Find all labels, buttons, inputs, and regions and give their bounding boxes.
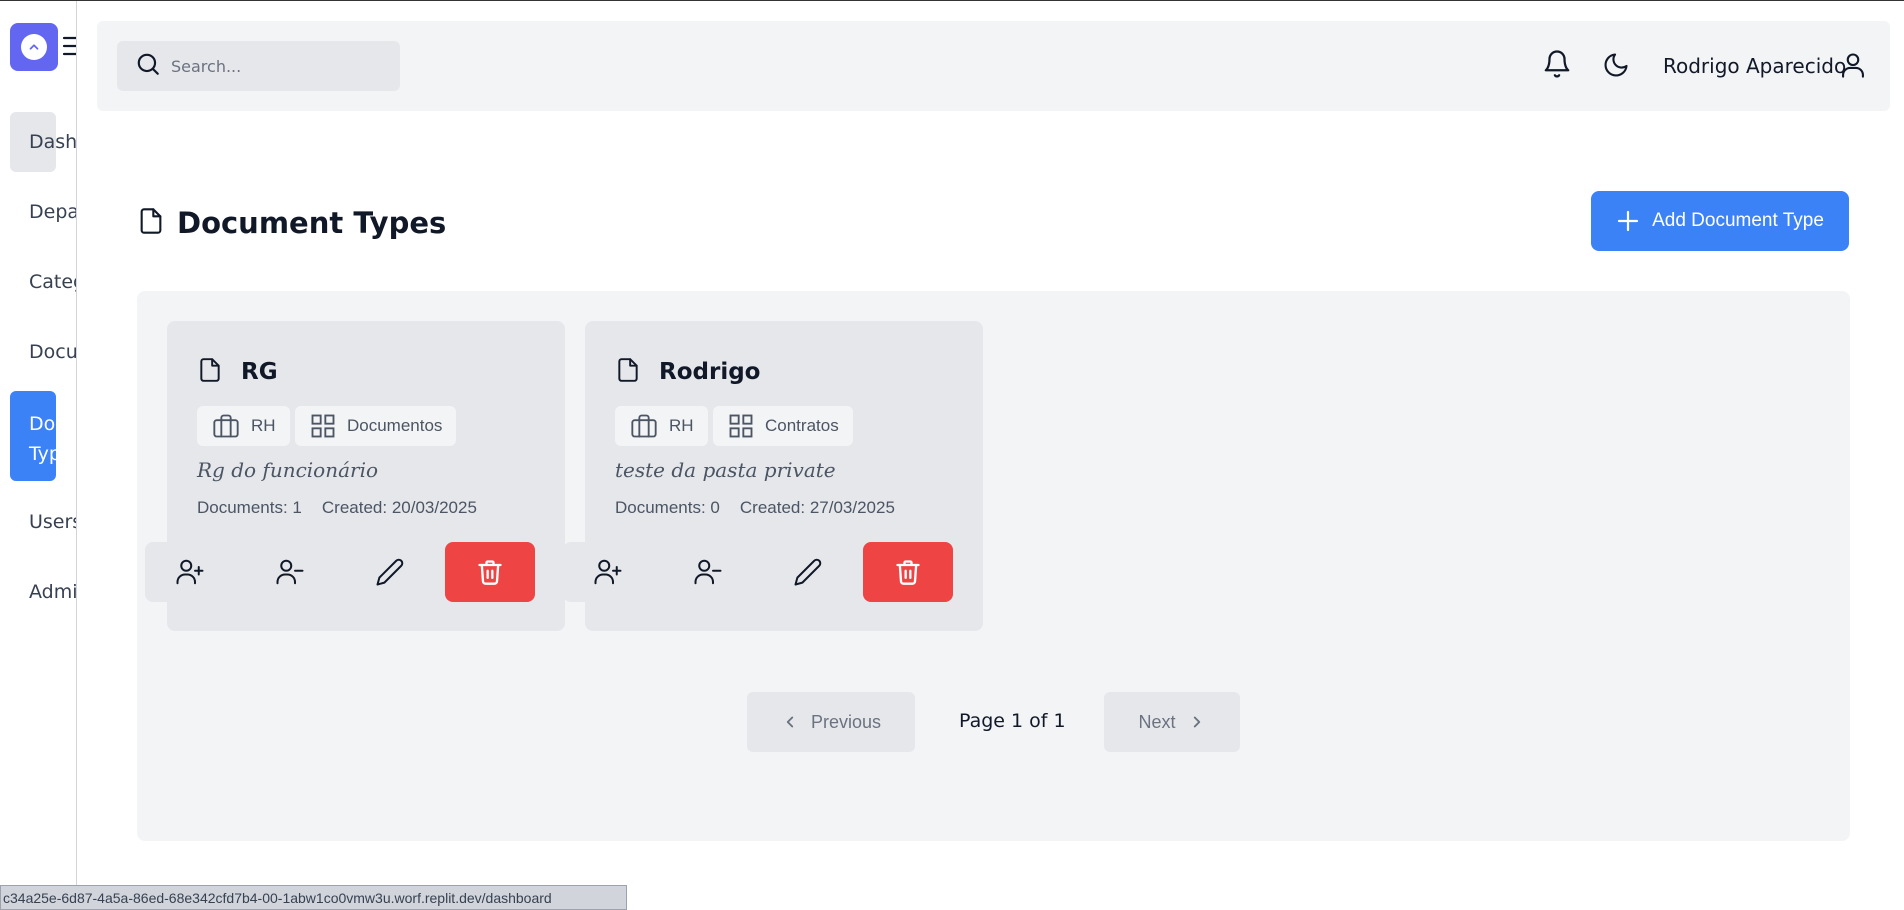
- pencil-icon: [794, 558, 822, 586]
- sidebar-item-label: Administrators: [29, 581, 77, 603]
- category-label: Documentos: [347, 416, 443, 435]
- category-label: Contratos: [765, 416, 839, 435]
- category-chip: Contratos: [713, 406, 853, 446]
- file-icon: [137, 205, 165, 241]
- briefcase-icon: [213, 414, 239, 438]
- sidebar-item-documents[interactable]: Documents: [10, 322, 77, 382]
- sidebar-item-label: Categories: [29, 271, 76, 293]
- department-chip: RH: [615, 406, 708, 446]
- sidebar-item-label: Documents: [29, 341, 77, 363]
- user-minus-icon: [276, 559, 304, 585]
- hamburger-icon[interactable]: [62, 35, 76, 61]
- sidebar-item-users[interactable]: Users: [10, 492, 77, 552]
- briefcase-icon: [631, 414, 657, 438]
- document-type-card: RG RH Documentos Rg do funcionário Docum…: [145, 321, 565, 631]
- created-date: Created: 20/03/2025: [321, 498, 477, 517]
- add-user-button[interactable]: [145, 542, 235, 602]
- delete-button[interactable]: [445, 542, 535, 602]
- trash-icon: [478, 560, 502, 585]
- card-meta: Documents: 0 Created: 27/03/2025: [615, 498, 895, 518]
- grid-icon: [311, 414, 335, 438]
- chevron-left-icon: [786, 716, 794, 728]
- sidebar-item-label: Users: [29, 511, 77, 533]
- search-box[interactable]: [117, 41, 400, 91]
- add-button-label: Add Document Type: [1652, 210, 1824, 231]
- created-date: Created: 27/03/2025: [739, 498, 895, 517]
- remove-user-button[interactable]: [245, 542, 335, 602]
- chevron-right-icon: [1193, 716, 1200, 728]
- trash-icon: [896, 560, 920, 585]
- sidebar-item-document-types[interactable]: Document Types: [10, 391, 56, 481]
- card-title: Rodrigo: [659, 359, 761, 385]
- card-meta: Documents: 1 Created: 20/03/2025: [197, 498, 477, 518]
- next-label: Next: [1138, 711, 1176, 732]
- user-plus-icon: [594, 559, 622, 585]
- chevron-up-circle-icon: [21, 34, 47, 60]
- card-description: teste da pasta private: [615, 458, 836, 482]
- sidebar-item-label: Dashboard: [29, 131, 77, 153]
- card-title: RG: [241, 359, 278, 385]
- remove-user-button[interactable]: [663, 542, 753, 602]
- department-label: RH: [669, 416, 694, 435]
- pencil-icon: [376, 558, 404, 586]
- previous-page-button[interactable]: Previous: [747, 692, 915, 752]
- file-icon: [197, 355, 223, 389]
- sidebar: Dashboard Departments Categories Documen…: [0, 1, 77, 910]
- sidebar-item-label: Document Types: [29, 413, 56, 465]
- card-header: RG: [197, 355, 278, 389]
- document-types-panel: RG RH Documentos Rg do funcionário Docum…: [137, 291, 1850, 841]
- sidebar-item-dashboard[interactable]: Dashboard: [10, 112, 77, 172]
- user-minus-icon: [694, 559, 722, 585]
- sidebar-item-categories[interactable]: Categories: [10, 252, 76, 312]
- edit-button[interactable]: [763, 542, 853, 602]
- user-name[interactable]: Rodrigo Aparecido: [1663, 54, 1846, 78]
- documents-count: Documents: 0: [615, 498, 720, 517]
- card-header: Rodrigo: [615, 355, 760, 389]
- sidebar-item-departments[interactable]: Departments: [10, 182, 76, 242]
- documents-count: Documents: 1: [197, 498, 302, 517]
- file-icon: [615, 355, 641, 389]
- grid-icon: [729, 414, 753, 438]
- moon-icon[interactable]: [1602, 51, 1630, 83]
- bell-icon[interactable]: [1542, 48, 1572, 84]
- card-actions: [145, 542, 555, 602]
- user-icon[interactable]: [1839, 50, 1867, 84]
- user-plus-icon: [176, 559, 204, 585]
- app-logo[interactable]: [10, 23, 58, 71]
- add-user-button[interactable]: [563, 542, 653, 602]
- delete-button[interactable]: [863, 542, 953, 602]
- next-page-button[interactable]: Next: [1104, 692, 1240, 752]
- document-type-card: Rodrigo RH Contratos teste da pasta priv…: [563, 321, 983, 631]
- sidebar-item-administrators[interactable]: Administrators: [10, 562, 77, 622]
- search-input[interactable]: [171, 56, 391, 76]
- card-description: Rg do funcionário: [197, 458, 379, 482]
- department-chip: RH: [197, 406, 290, 446]
- card-actions: [563, 542, 973, 602]
- window-top-border: [0, 0, 1904, 1]
- plus-icon: [1617, 210, 1639, 232]
- previous-label: Previous: [810, 711, 882, 732]
- edit-button[interactable]: [345, 542, 435, 602]
- sidebar-item-label: Departments: [29, 201, 76, 223]
- page-title: Document Types: [177, 206, 447, 240]
- category-chip: Documentos: [295, 406, 457, 446]
- page-indicator: Page 1 of 1: [959, 710, 1066, 732]
- department-label: RH: [251, 416, 276, 435]
- status-bar-url: c34a25e-6d87-4a5a-86ed-68e342cfd7b4-00-1…: [0, 885, 627, 910]
- add-document-type-button[interactable]: Add Document Type: [1591, 191, 1849, 251]
- top-header: Rodrigo Aparecido: [97, 21, 1890, 111]
- page-heading: Document Types: [137, 205, 446, 241]
- search-icon: [135, 51, 161, 81]
